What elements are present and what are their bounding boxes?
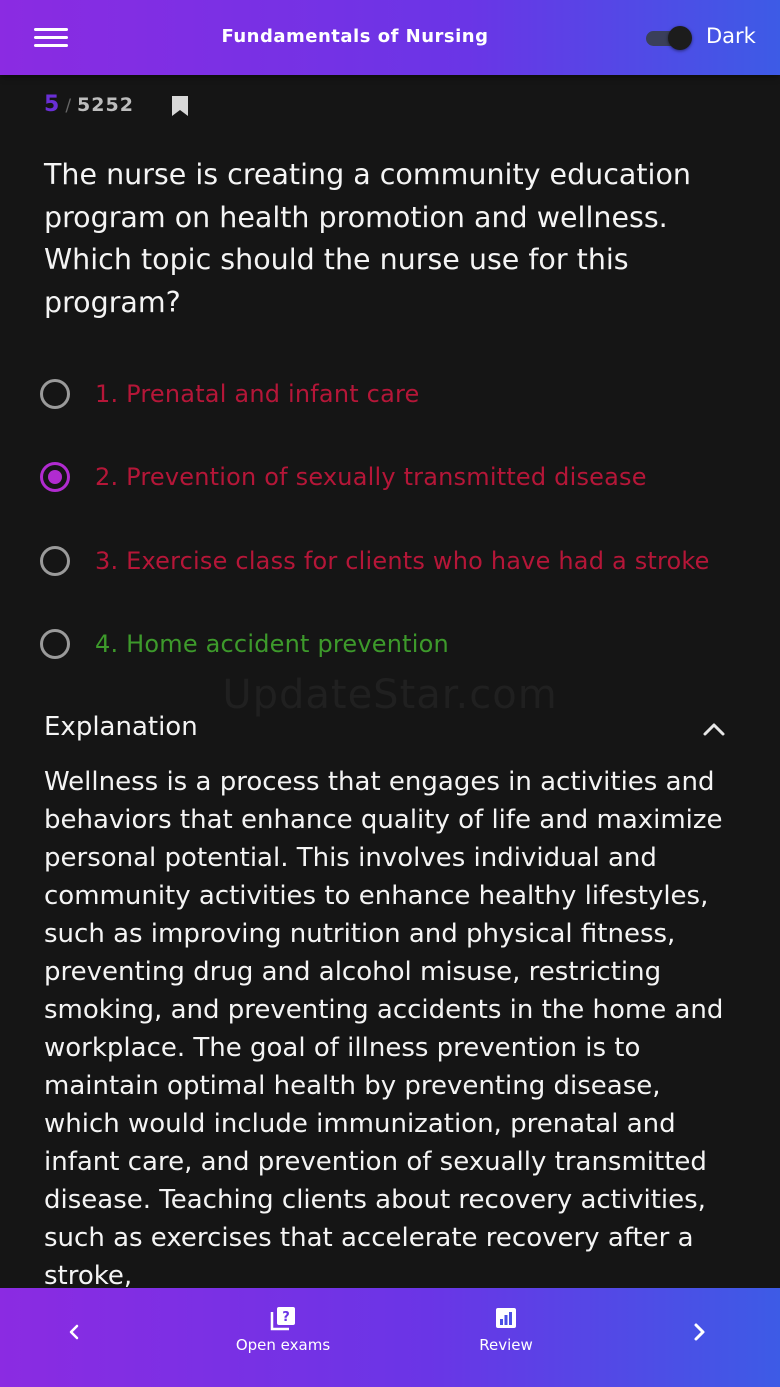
bottom-navigation-bar: ? Open exams Review — [0, 1288, 780, 1387]
answer-option-label: 4. Home accident prevention — [95, 630, 449, 658]
question-stack-icon: ? — [270, 1307, 295, 1331]
explanation-text: Wellness is a process that engages in ac… — [44, 767, 724, 1291]
total-questions: 5252 — [77, 94, 134, 116]
top-app-bar: Fundamentals of Nursing Dark — [0, 0, 780, 75]
radio-button[interactable] — [40, 629, 70, 659]
answer-option-3[interactable]: 3. Exercise class for clients who have h… — [38, 539, 758, 585]
open-exams-label: Open exams — [235, 1336, 331, 1354]
open-exams-button[interactable]: ? Open exams — [213, 1306, 353, 1370]
counter-separator: / — [65, 96, 72, 116]
explanation-title: Explanation — [44, 712, 198, 742]
answer-option-2[interactable]: 2. Prevention of sexually transmitted di… — [38, 455, 758, 501]
review-label: Review — [479, 1336, 533, 1354]
svg-text:?: ? — [282, 1310, 290, 1325]
dark-mode-toggle[interactable] — [646, 26, 694, 50]
hamburger-menu-icon[interactable] — [34, 26, 70, 50]
radio-button-selected[interactable] — [40, 462, 70, 492]
app-title: Fundamentals of Nursing — [221, 26, 489, 47]
chevron-right-icon[interactable] — [686, 1318, 714, 1346]
radio-button[interactable] — [40, 379, 70, 409]
question-text: The nurse is creating a community educat… — [44, 158, 691, 319]
answer-option-1[interactable]: 1. Prenatal and infant care — [38, 372, 758, 418]
review-button[interactable]: Review — [436, 1306, 576, 1370]
dark-mode-label: Dark — [706, 24, 756, 48]
question-counter: 5/5252 — [44, 92, 134, 117]
answer-option-label: 3. Exercise class for clients who have h… — [95, 547, 710, 575]
radio-button[interactable] — [40, 546, 70, 576]
chart-icon — [496, 1308, 516, 1328]
bookmark-icon[interactable] — [171, 96, 189, 116]
toggle-knob — [668, 26, 692, 50]
chevron-up-icon[interactable] — [700, 717, 728, 741]
chevron-left-icon[interactable] — [60, 1318, 88, 1346]
answer-option-label: 2. Prevention of sexually transmitted di… — [95, 463, 647, 491]
answer-option-label: 1. Prenatal and infant care — [95, 380, 420, 408]
current-question-number: 5 — [44, 92, 60, 117]
answer-option-4[interactable]: 4. Home accident prevention — [38, 622, 758, 668]
